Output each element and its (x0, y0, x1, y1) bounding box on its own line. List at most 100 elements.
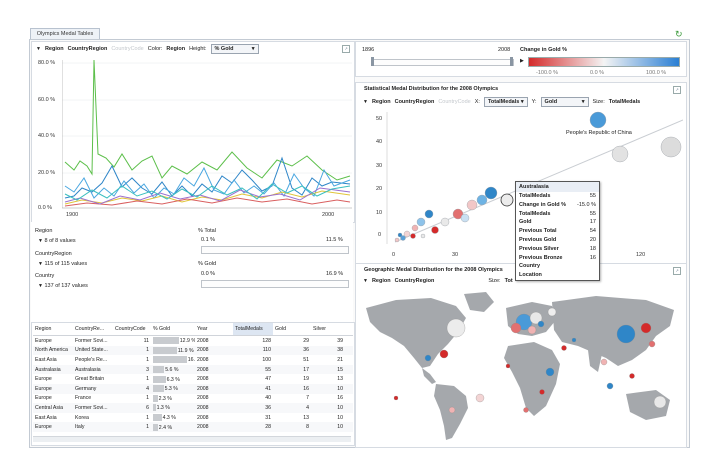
table-row[interactable]: North America United State... 1 11.9 % 2008 1… (33, 345, 353, 356)
country-code-level[interactable]: CountryCode (438, 99, 470, 105)
height-label: Height: (189, 46, 207, 52)
refresh-icon[interactable]: ↻ (675, 30, 683, 39)
scatter-point (589, 111, 607, 129)
series-line (64, 59, 351, 181)
table-cell: 47 (265, 376, 271, 383)
table-row[interactable]: Australasia Australasia 3 5.6 % 2008 55 17 15 (33, 364, 353, 375)
country-region-level[interactable]: CountryRegion (395, 278, 435, 284)
table-row[interactable]: East Asia Korea 1 4.3 % 2008 31 13 10 (33, 413, 353, 423)
column-header[interactable]: Gold (273, 323, 311, 336)
table-cell: 2008 (197, 414, 209, 421)
x-axis-dropdown[interactable]: TotalMedals ▾ (483, 97, 528, 107)
table-cell: Italy (75, 424, 85, 431)
country-region-level[interactable]: CountryRegion (395, 99, 435, 105)
total-range-slider[interactable] (201, 246, 349, 254)
tooltip-value: 20 (589, 236, 596, 243)
column-header[interactable]: % Gold (151, 323, 195, 336)
table-cell: Europe (35, 385, 52, 392)
column-header[interactable]: Region (33, 323, 73, 336)
filter-country-region-values[interactable]: ▼ 115 of 115 values (38, 261, 87, 267)
tooltip-key: Previous Gold (519, 236, 557, 243)
table-cell: 21 (337, 356, 343, 363)
table-row[interactable]: Europe Former Sovi... 11 12.9 % 2008 128 29 39 (33, 336, 353, 346)
y-tick: 40 (376, 139, 383, 145)
table-row[interactable]: Europe France 1 2.3 % 2008 40 7 16 (33, 394, 353, 404)
collapse-triangle-icon[interactable]: ▼ (36, 46, 41, 52)
chevron-down-icon: ▾ (251, 46, 255, 52)
scatter-title: Statistical Medal Distribution for the 2… (364, 86, 499, 92)
tooltip-value: 55 (589, 193, 596, 199)
filter-title-total: % Total (198, 228, 216, 234)
expand-icon[interactable]: ↗ (673, 86, 681, 94)
collapse-triangle-icon[interactable]: ▼ (363, 99, 368, 105)
collapse-triangle-icon[interactable]: ▼ (38, 283, 43, 289)
y-axis-dropdown[interactable]: Gold ▾ (540, 97, 589, 107)
table-row[interactable]: East Asia People's Re... 1 16.9 %2008 100 51 2… (33, 355, 353, 365)
timeline-slider[interactable] (372, 59, 514, 66)
table-row[interactable]: Central Asia Former Sovi... 6 1.3 % 2008 36 4 1… (33, 403, 353, 413)
map-bubble (606, 382, 614, 390)
table-cell (345, 374, 353, 384)
size-value[interactable]: TotalMedals (609, 99, 640, 105)
tooltip-row: TotalMedals 55 (516, 192, 599, 201)
table-cell: East Asia (35, 414, 57, 421)
filter-title-country: Country (35, 273, 55, 279)
size-value[interactable]: Tot (505, 278, 513, 284)
column-header[interactable]: Year (195, 323, 233, 336)
timeline-end: 2008 (498, 47, 511, 53)
timeline-handle-right[interactable] (510, 57, 513, 66)
region-level[interactable]: Region (372, 278, 391, 284)
filter-country-values[interactable]: ▼ 137 of 137 values (38, 283, 88, 289)
percent-bar (153, 346, 177, 354)
region-level[interactable]: Region (372, 99, 391, 105)
scatter-point (411, 224, 419, 232)
percent-bar (153, 375, 166, 383)
collapse-triangle-icon[interactable]: ▼ (363, 278, 368, 284)
table-row[interactable]: Europe Germany 4 5.3 % 2008 41 16 10 (33, 383, 353, 394)
table-cell: 19 (303, 376, 309, 383)
table-cell: People's Re... (75, 356, 108, 363)
filter-total-max: 11.5 % (326, 237, 343, 243)
table-cell: 1 (146, 356, 149, 363)
table-row[interactable]: Europe Italy 1 2.4 % 2008 28 8 10 (33, 422, 353, 432)
table-row[interactable]: Europe Great Britain 1 6.3 % 2008 47 19 13 (33, 374, 353, 384)
column-header[interactable]: TotalMedals (233, 323, 273, 336)
percent-text: 2.3 % (158, 395, 172, 402)
column-header[interactable]: CountryRe... (73, 323, 113, 336)
timeline-handle-left[interactable] (371, 57, 374, 66)
collapse-triangle-icon[interactable]: ▼ (38, 238, 43, 244)
percent-text: 12.9 % (179, 338, 195, 345)
column-header[interactable]: Silver (311, 323, 345, 336)
world-map[interactable] (356, 288, 684, 445)
expand-icon[interactable]: ↗ (673, 267, 681, 275)
table-cell: 2008 (197, 347, 209, 354)
line-chart-plot[interactable] (62, 58, 352, 211)
table-cell (345, 336, 353, 346)
tooltip-row: Country (516, 262, 599, 271)
region-level[interactable]: Region (45, 46, 64, 52)
column-header[interactable]: CountryCode (113, 323, 151, 336)
percent-text: 16.9 % (187, 357, 195, 364)
table-cell: Europe (35, 337, 52, 344)
map-bubble (629, 373, 635, 379)
column-header[interactable] (345, 323, 353, 336)
table-cell: 40 (265, 395, 271, 402)
table-cell: 128 (262, 337, 271, 344)
expand-icon[interactable]: ↗ (342, 45, 350, 53)
tooltip-value: 55 (589, 210, 596, 217)
size-label: Size: (592, 99, 605, 105)
collapse-triangle-icon[interactable]: ▼ (38, 261, 43, 267)
table-cell: 12.9 % (151, 336, 195, 346)
filter-region-values[interactable]: ▼ 8 of 8 values (38, 238, 76, 244)
color-value[interactable]: Region (166, 46, 185, 52)
table-cell: 16 (303, 385, 309, 392)
table-cell: 10 (337, 385, 343, 392)
table-cell: Europe (35, 424, 52, 431)
height-dropdown[interactable]: % Gold ▾ (210, 44, 259, 54)
country-region-level[interactable]: CountryRegion (68, 46, 108, 52)
horizontal-scrollbar[interactable] (33, 436, 351, 442)
filter-title-region: Region (35, 228, 53, 234)
gold-range-slider[interactable] (201, 280, 349, 288)
map-bubble (537, 320, 545, 328)
country-code-level[interactable]: CountryCode (111, 46, 143, 52)
